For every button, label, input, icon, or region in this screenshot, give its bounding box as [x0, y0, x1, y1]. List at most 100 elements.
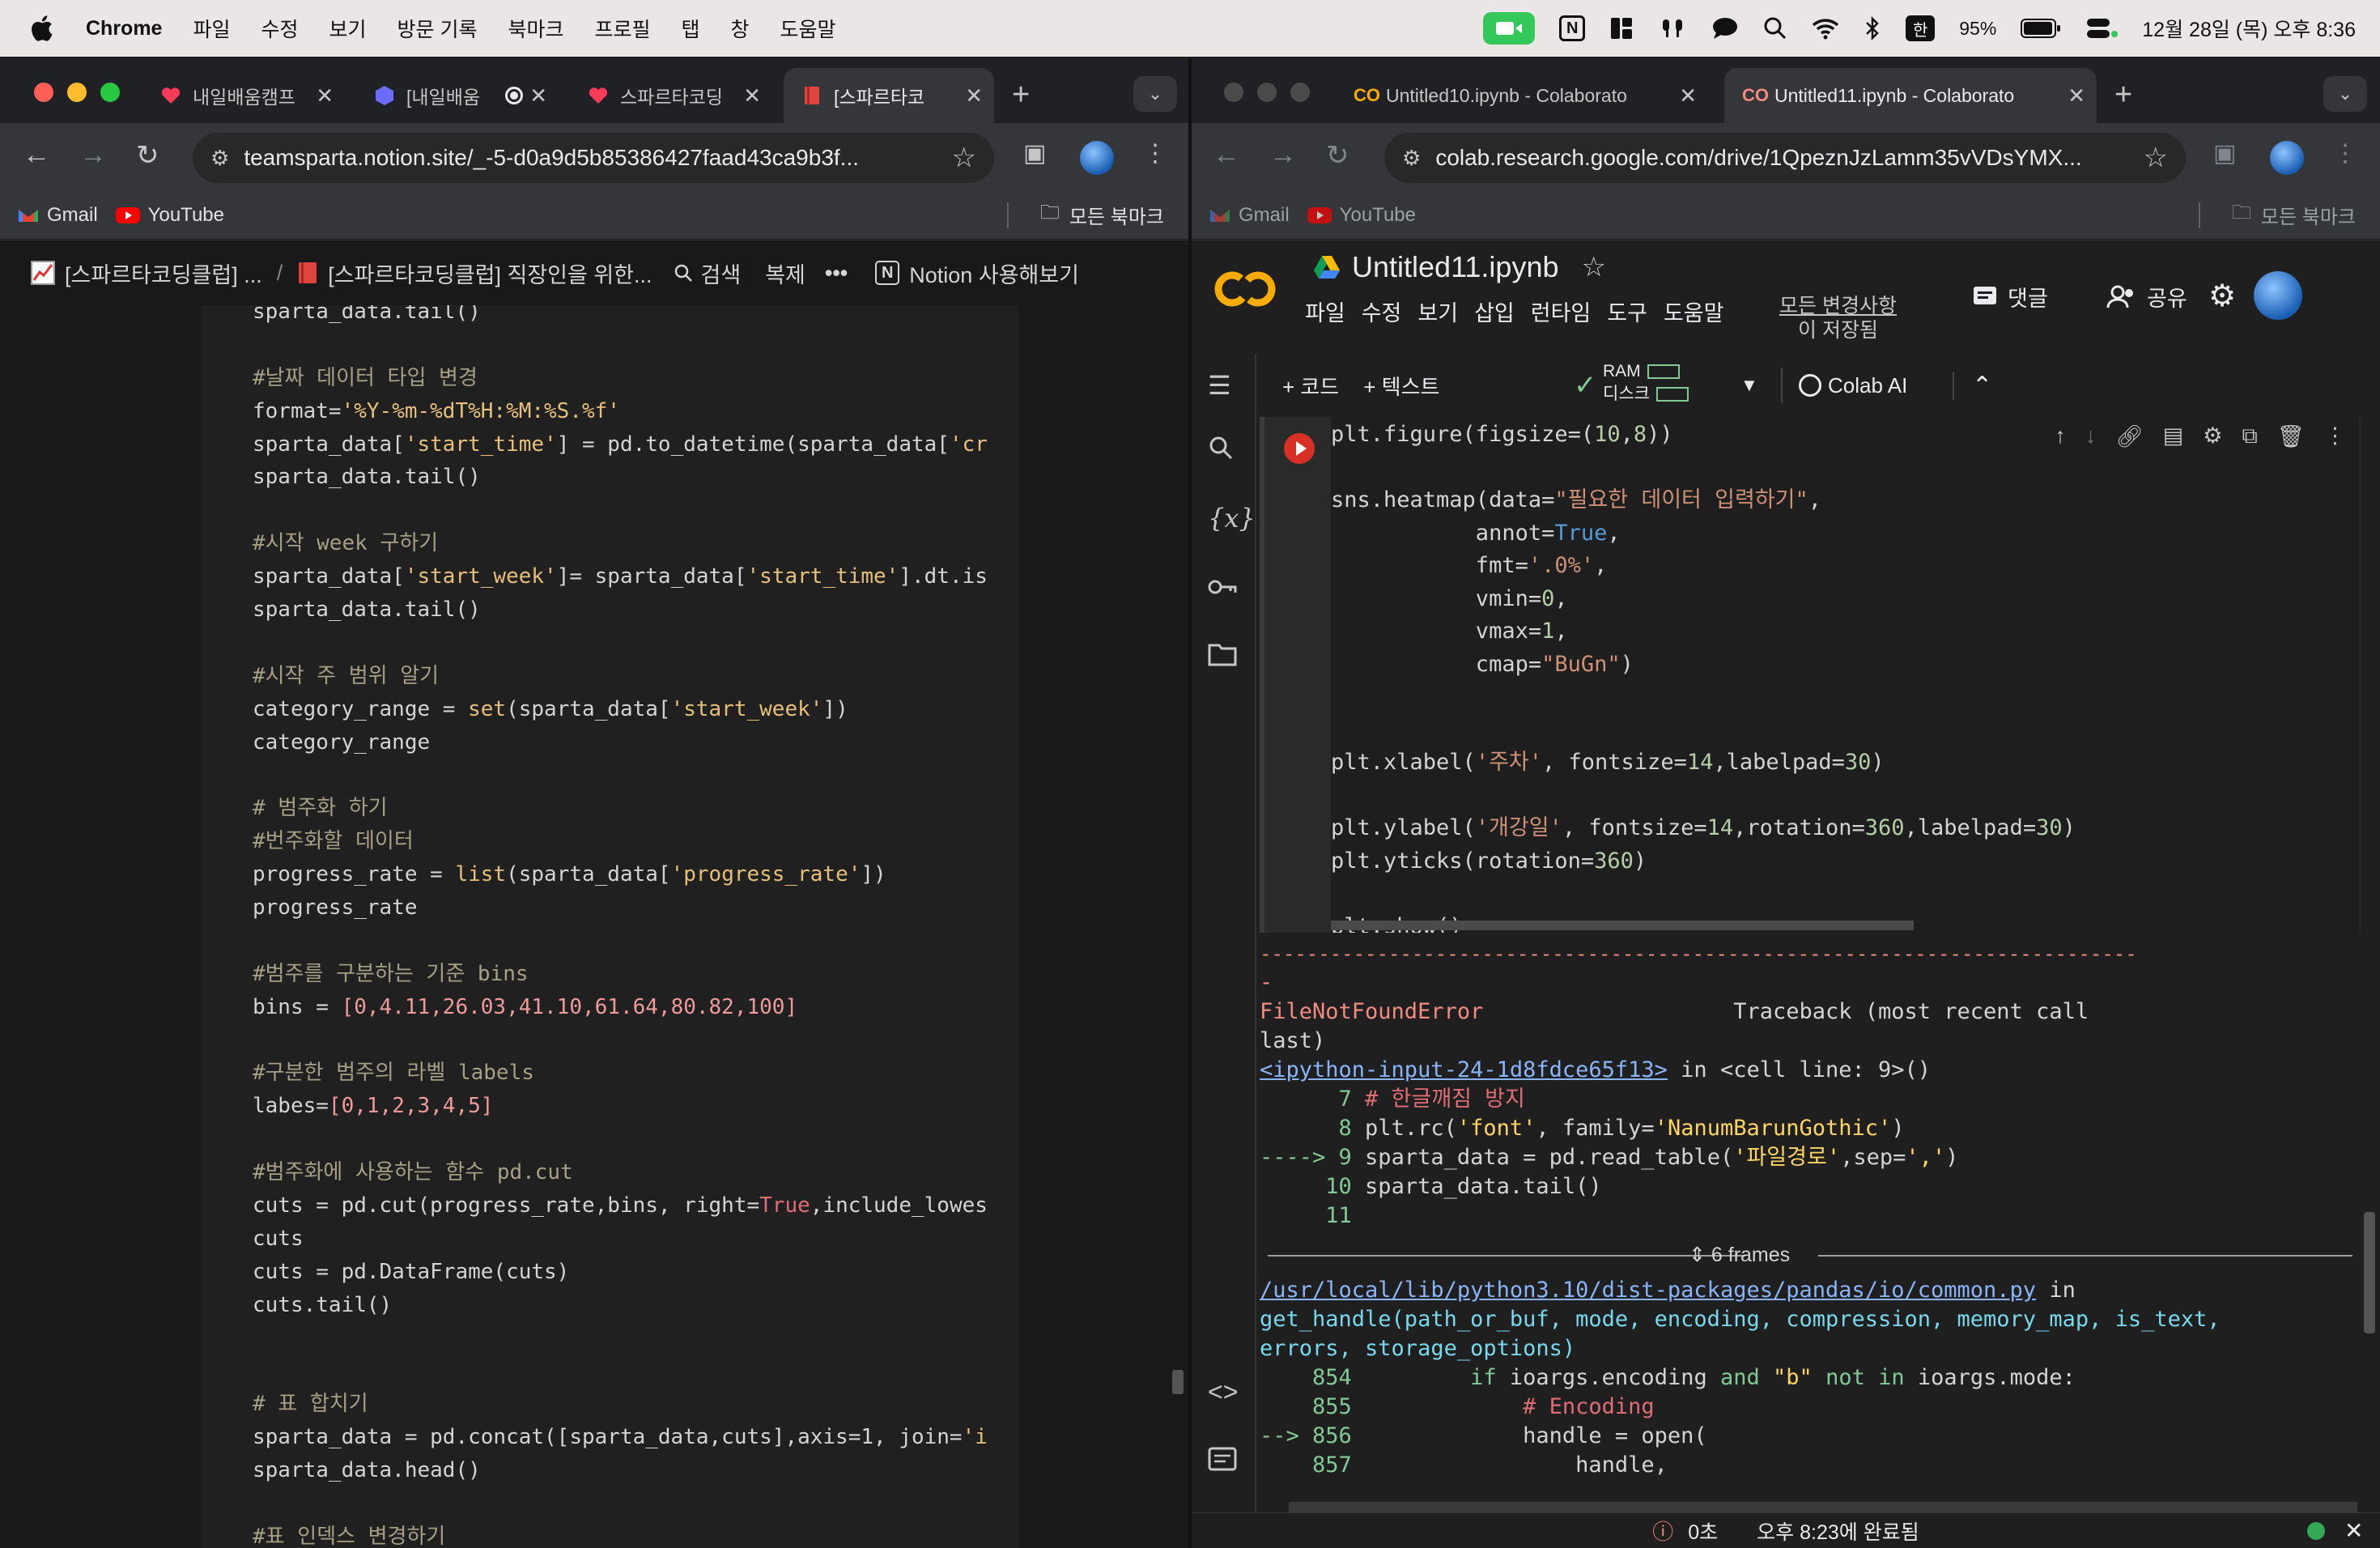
tab-search-button[interactable]: ⌄: [1133, 76, 1177, 112]
colab-logo-icon[interactable]: [1213, 265, 1277, 313]
side-panel-icon[interactable]: ▣: [1023, 139, 1046, 168]
runtime-dropdown-icon[interactable]: ▼: [1740, 375, 1758, 396]
share-button[interactable]: 공유: [2106, 281, 2187, 313]
add-code-button[interactable]: + 코드: [1282, 371, 1339, 401]
terminal-icon[interactable]: [1208, 1447, 1237, 1478]
bookmark-gmail[interactable]: Gmail: [18, 204, 98, 227]
battery-icon[interactable]: [2021, 18, 2061, 39]
colab-menu-help[interactable]: 도움말: [1664, 296, 1724, 327]
settings-gear-icon[interactable]: ⚙: [2208, 278, 2236, 314]
secrets-key-icon[interactable]: [1208, 574, 1237, 604]
cell-code-editor[interactable]: plt.figure(figsize=(10,8)) sns.heatmap(d…: [1331, 417, 2359, 933]
code-text[interactable]: sparta_data.tail() #날짜 데이터 타입 변경 format='…: [253, 305, 988, 1548]
url-text[interactable]: colab.research.google.com/drive/1QpeznJz…: [1435, 145, 2125, 171]
save-status[interactable]: 모든 변경사항 이 저장됨: [1779, 294, 1897, 342]
address-bar[interactable]: ⚙ teamsparta.notion.site/_-5-d0a9d5b8538…: [193, 133, 994, 183]
reload-icon[interactable]: ↻: [136, 139, 159, 172]
vertical-scrollbar[interactable]: [2364, 1212, 2375, 1333]
code-snippets-icon[interactable]: <>: [1208, 1377, 1238, 1407]
profile-avatar[interactable]: [2270, 141, 2304, 175]
facetime-icon[interactable]: [1483, 12, 1536, 45]
site-info-icon[interactable]: ⚙: [210, 146, 229, 171]
colab-menu-tools[interactable]: 도구: [1607, 296, 1647, 327]
menu-help[interactable]: 도움말: [780, 14, 836, 43]
menu-history[interactable]: 방문 기록: [397, 14, 478, 43]
colab-ai-button[interactable]: Colab AI: [1781, 368, 1907, 403]
menu-tab[interactable]: 탭: [682, 14, 700, 43]
app-n-icon[interactable]: N: [1559, 15, 1586, 41]
bookmark-youtube[interactable]: YouTube: [1307, 204, 1416, 227]
close-tab-icon[interactable]: ✕: [965, 83, 983, 108]
close-tab-icon[interactable]: ✕: [1679, 83, 1697, 108]
colab-menu-runtime[interactable]: 런타임: [1531, 296, 1592, 327]
delete-cell-icon[interactable]: 🗑︎: [2277, 423, 2305, 449]
apple-icon[interactable]: [29, 15, 53, 42]
wifi-icon[interactable]: [1812, 17, 1839, 40]
menu-window[interactable]: 창: [731, 14, 750, 43]
account-avatar[interactable]: [2254, 271, 2302, 320]
colab-menu-edit[interactable]: 수정: [1362, 296, 1402, 327]
breadcrumb-item-2[interactable]: [스파르타코딩클럽] 직장인을 위한...: [297, 257, 652, 289]
minimize-window-button[interactable]: [1257, 83, 1277, 102]
close-status-icon[interactable]: ✕: [2344, 1517, 2363, 1544]
more-cell-actions-icon[interactable]: ⋮: [2324, 423, 2346, 449]
ram-disk-indicator[interactable]: RAM 디스크: [1603, 360, 1689, 406]
close-tab-icon[interactable]: ✕: [529, 83, 547, 108]
mirror-cell-icon[interactable]: ⧉: [2242, 423, 2257, 449]
menu-profile[interactable]: 프로필: [594, 14, 650, 43]
control-center-icon[interactable]: [2085, 16, 2119, 40]
minimize-window-button[interactable]: [67, 83, 87, 102]
menu-view[interactable]: 보기: [329, 14, 367, 43]
window-layout-icon[interactable]: [1609, 16, 1634, 40]
address-bar[interactable]: ⚙ colab.research.google.com/drive/1Qpezn…: [1384, 133, 2186, 183]
collapse-header-icon[interactable]: ⌃: [1953, 371, 1992, 400]
tab-search-button[interactable]: ⌄: [2323, 76, 2367, 112]
search-icon[interactable]: [1208, 435, 1234, 467]
breadcrumb-item-1[interactable]: [스파르타코딩클럽] ...: [31, 257, 262, 289]
colab-menu-insert[interactable]: 삽입: [1474, 296, 1515, 327]
google-drive-icon[interactable]: [1313, 255, 1341, 279]
bookmark-star-icon[interactable]: ☆: [952, 142, 976, 174]
reload-icon[interactable]: ↻: [1326, 139, 1349, 172]
colab-menu-view[interactable]: 보기: [1417, 296, 1458, 327]
comment-button[interactable]: 댓글: [1972, 281, 2048, 313]
bookmark-gmail[interactable]: Gmail: [1209, 204, 1290, 227]
zoom-window-button[interactable]: [1290, 83, 1310, 102]
variables-icon[interactable]: {x}: [1208, 503, 1256, 534]
scrollbar-thumb[interactable]: [1172, 1370, 1184, 1394]
side-panel-icon[interactable]: ▣: [2213, 139, 2236, 168]
zoom-window-button[interactable]: [100, 83, 120, 102]
site-info-icon[interactable]: ⚙: [1402, 146, 1421, 171]
duplicate-button[interactable]: 복제: [765, 257, 805, 289]
link-icon[interactable]: 🔗︎: [2115, 423, 2143, 449]
chrome-menu-icon[interactable]: ⋮: [1143, 139, 1167, 168]
cell-settings-icon[interactable]: ⚙: [2203, 423, 2222, 449]
all-bookmarks[interactable]: 🗀 모든 북마크: [1040, 198, 1164, 232]
menu-file[interactable]: 파일: [193, 14, 230, 43]
move-cell-down-icon[interactable]: ↓: [2085, 423, 2097, 449]
menu-bookmarks[interactable]: 북마크: [508, 14, 563, 43]
table-of-contents-icon[interactable]: ☰: [1208, 370, 1231, 401]
close-window-button[interactable]: [34, 83, 53, 102]
back-icon[interactable]: ←: [23, 139, 50, 171]
tab-untitled11-active[interactable]: CO Untitled11.ipynb - Colaborato ✕: [1724, 68, 2097, 123]
bluetooth-icon[interactable]: [1864, 15, 1881, 41]
app-name[interactable]: Chrome: [86, 17, 162, 40]
close-tab-icon[interactable]: ✕: [743, 83, 761, 108]
code-cell[interactable]: plt.figure(figsize=(10,8)) sns.heatmap(d…: [1260, 417, 2361, 933]
close-window-button[interactable]: [1224, 83, 1243, 102]
files-folder-icon[interactable]: [1208, 642, 1237, 673]
forward-icon[interactable]: →: [79, 139, 107, 171]
add-comment-icon[interactable]: ▤: [2163, 423, 2184, 449]
input-source-icon[interactable]: 한: [1906, 15, 1936, 41]
new-tab-button[interactable]: +: [2114, 78, 2132, 113]
notion-search-button[interactable]: 검색: [674, 257, 741, 289]
move-cell-up-icon[interactable]: ↑: [2055, 423, 2066, 449]
new-tab-button[interactable]: +: [1012, 78, 1030, 113]
close-tab-icon[interactable]: ✕: [316, 83, 334, 108]
airpods-icon[interactable]: [1658, 16, 1687, 40]
url-text[interactable]: teamsparta.notion.site/_-5-d0a9d5b853864…: [244, 145, 933, 171]
chrome-menu-icon[interactable]: ⋮: [2333, 139, 2357, 168]
tab-untitled10[interactable]: CO Untitled10.ipynb - Colaborato ✕: [1336, 68, 1708, 123]
tab-2[interactable]: [내일배움 ✕: [356, 68, 559, 123]
